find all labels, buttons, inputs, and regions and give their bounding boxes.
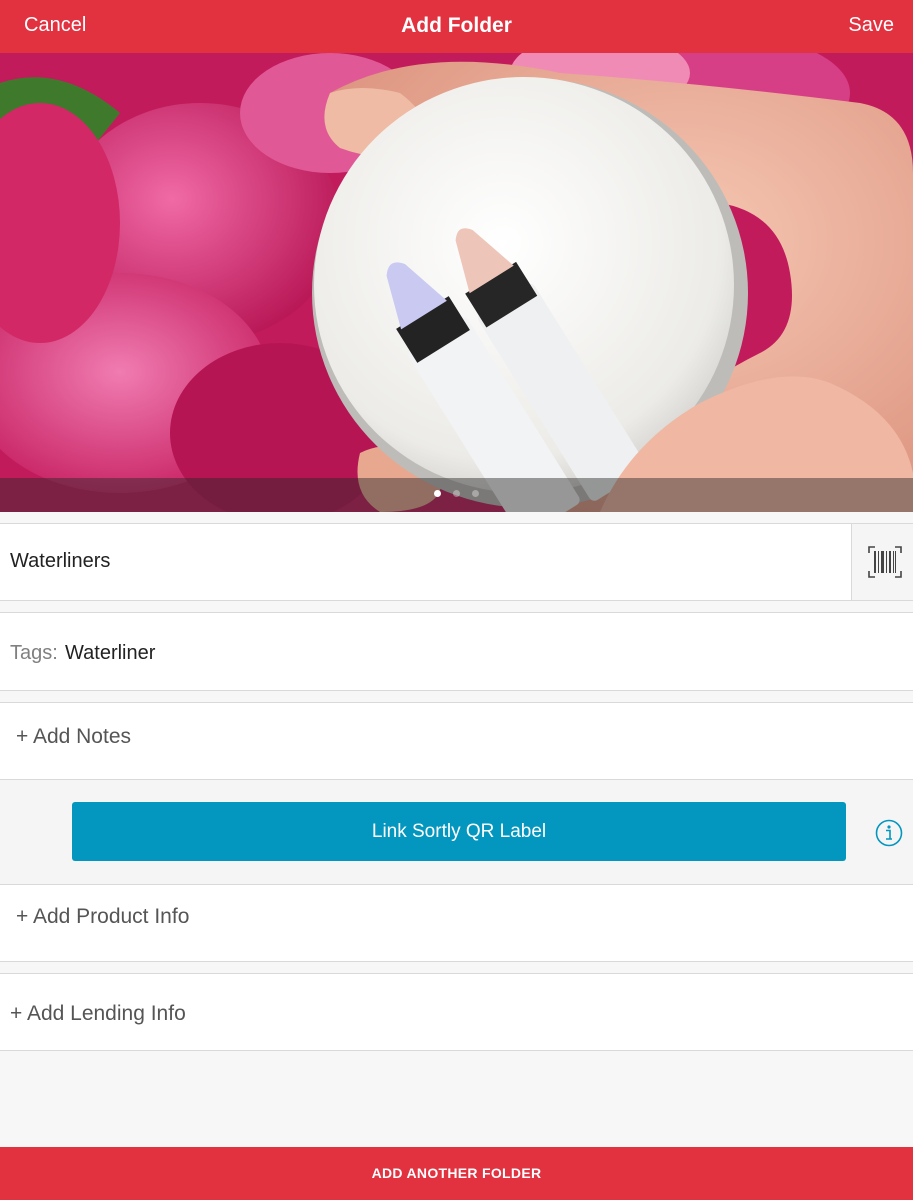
save-button[interactable]: Save	[848, 14, 894, 37]
page-dot[interactable]	[453, 490, 460, 497]
link-qr-label-button[interactable]: Link Sortly QR Label	[72, 802, 846, 861]
carousel-pager	[0, 478, 913, 512]
qr-label-section: Link Sortly QR Label	[0, 780, 913, 884]
tag-chip[interactable]: Waterliner	[65, 642, 155, 665]
page-dot[interactable]	[472, 490, 479, 497]
tags-row[interactable]: Tags: Waterliner	[0, 612, 913, 691]
add-notes-button[interactable]: + Add Notes	[16, 725, 131, 749]
add-lending-info-button[interactable]: + Add Lending Info	[10, 1002, 186, 1026]
folder-photo	[0, 53, 913, 512]
barcode-scan-icon	[868, 546, 902, 578]
page-title: Add Folder	[401, 14, 512, 37]
add-another-folder-button[interactable]: ADD ANOTHER FOLDER	[0, 1147, 913, 1200]
add-product-info-row[interactable]: + Add Product Info	[0, 884, 913, 962]
folder-name-row: Waterliners	[0, 523, 913, 601]
page-indicator[interactable]	[0, 490, 913, 497]
barcode-scan-button[interactable]	[851, 524, 913, 600]
tags-label: Tags:	[10, 642, 58, 664]
info-icon[interactable]	[875, 819, 903, 847]
add-notes-row[interactable]: + Add Notes	[0, 702, 913, 780]
folder-name-field[interactable]: Waterliners	[10, 550, 110, 573]
photo-carousel[interactable]	[0, 53, 913, 512]
nav-bar: Cancel Add Folder Save	[0, 0, 913, 53]
page-dot-active[interactable]	[434, 490, 441, 497]
add-lending-info-row[interactable]: + Add Lending Info	[0, 973, 913, 1051]
add-product-info-button[interactable]: + Add Product Info	[16, 905, 189, 929]
